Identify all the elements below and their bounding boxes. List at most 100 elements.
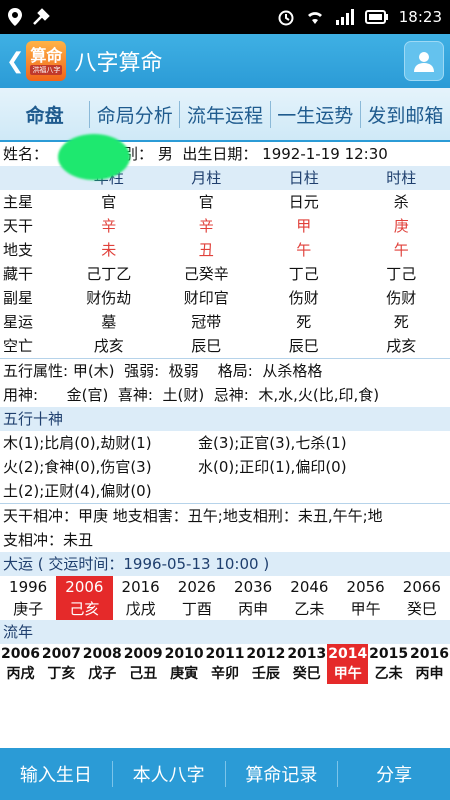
- pillar-row-label: 主星: [3, 193, 34, 211]
- pillar-cell: 午: [296, 241, 312, 259]
- tab-liunian-yuncheng[interactable]: 流年运程: [180, 100, 271, 128]
- tab-mingpan[interactable]: 命盘: [0, 100, 91, 128]
- pillar-cell: 死: [393, 313, 409, 331]
- pillar-header-day: 日柱: [288, 169, 319, 187]
- relations-line-1: 天干相冲：甲庚 地支相害：丑午;地支相刑：未丑,午午;地: [3, 507, 383, 525]
- user-profile-button[interactable]: [404, 41, 444, 81]
- battery-icon: [364, 10, 388, 24]
- app-title: 八字算命: [74, 51, 163, 76]
- dayun-years-row: 1996 2006 2016 2026 2036 2046 2056 2066: [0, 576, 450, 598]
- shishen-row: 木(1);比肩(0),劫财(1) 金(3);正官(3),七杀(1): [0, 431, 450, 455]
- dayun-year-cell[interactable]: 1996: [0, 576, 56, 598]
- pillar-cell: 死: [296, 313, 312, 331]
- dayun-year-cell[interactable]: 2036: [225, 576, 281, 598]
- bottom-bar: 输入生日 本人八字 算命记录 分享: [0, 748, 450, 800]
- liunian-ganzhi-cell[interactable]: 戊子: [82, 664, 123, 684]
- liunian-ganzhi-cell[interactable]: 乙未: [368, 664, 409, 684]
- shishen-cell: 金(3);正官(3),七杀(1): [198, 434, 347, 452]
- pillar-cell: 辰巳: [191, 337, 222, 355]
- pillar-cell: 未: [101, 241, 117, 259]
- dayun-ganzhi-cell[interactable]: 甲午: [338, 598, 394, 620]
- liunian-ganzhi-cell[interactable]: 丙申: [409, 664, 450, 684]
- shishen-cell: [198, 479, 393, 503]
- liunian-year-cell[interactable]: 2007: [41, 644, 82, 664]
- shishen-cell: 水(0);正印(1),偏印(0): [198, 458, 347, 476]
- pillar-cell: 庚: [393, 217, 409, 235]
- liunian-ganzhi-cell[interactable]: 癸巳: [286, 664, 327, 684]
- pillar-cell: 官: [198, 193, 214, 211]
- tab-bar: 命盘 命局分析 流年运程 一生运势 发到邮箱: [0, 88, 450, 142]
- liunian-ganzhi-cell[interactable]: 壬辰: [245, 664, 286, 684]
- back-icon[interactable]: ❮: [6, 49, 24, 74]
- tab-mingju-analysis[interactable]: 命局分析: [90, 100, 181, 128]
- liunian-year-cell[interactable]: 2010: [164, 644, 205, 664]
- liunian-ganzhi-cell[interactable]: 甲午: [327, 664, 369, 684]
- dayun-ganzhi-cell[interactable]: 乙未: [281, 598, 337, 620]
- pillar-cell: 己丁乙: [86, 265, 132, 283]
- input-birthday-button[interactable]: 输入生日: [0, 761, 113, 787]
- shishen-cell: 火(2);食神(0),伤官(3): [3, 458, 152, 476]
- user-icon: [414, 52, 434, 72]
- relations-line-2: 支相冲：未丑: [3, 531, 94, 549]
- gender-value: 男: [157, 145, 173, 163]
- dayun-ganzhi-cell[interactable]: 己亥: [56, 598, 113, 620]
- liunian-year-cell[interactable]: 2009: [123, 644, 164, 664]
- liunian-year-cell[interactable]: 2015: [368, 644, 409, 664]
- tab-yisheng-yunshi[interactable]: 一生运势: [271, 100, 361, 128]
- dayun-ganzhi-cell[interactable]: 庚子: [0, 598, 56, 620]
- liunian-ganzhi-cell[interactable]: 庚寅: [164, 664, 205, 684]
- clock: 18:23: [398, 8, 442, 26]
- history-button[interactable]: 算命记录: [226, 761, 339, 787]
- share-button[interactable]: 分享: [338, 761, 450, 787]
- app-bar: ❮ 算命 洪福八字 八字算命: [0, 34, 450, 88]
- liunian-year-cell[interactable]: 2014: [327, 644, 369, 664]
- wuxing-line-2: 用神: 金(官) 喜神: 土(财) 忌神: 木,水,火(比,印,食): [3, 386, 380, 404]
- pillar-header-month: 月柱: [191, 169, 222, 187]
- dayun-ganzhi-cell[interactable]: 癸巳: [394, 598, 450, 620]
- wuxing-line-1: 五行属性: 甲(木) 强弱: 极弱 格局: 从杀格格: [3, 362, 323, 380]
- pillar-cell: 官: [101, 193, 117, 211]
- dayun-year-cell[interactable]: 2006: [56, 576, 113, 598]
- dayun-ganzhi-cell[interactable]: 丙申: [225, 598, 281, 620]
- pillar-row: 地支 未 丑 午 午: [0, 238, 450, 262]
- dayun-year-cell[interactable]: 2026: [169, 576, 225, 598]
- pillar-cell: 冠带: [191, 313, 222, 331]
- liunian-ganzhi-cell[interactable]: 丙戌: [0, 664, 41, 684]
- pillar-row-label: 副星: [3, 289, 34, 307]
- dayun-year-cell[interactable]: 2016: [113, 576, 169, 598]
- dayun-ganzhi-cell[interactable]: 戊戌: [113, 598, 169, 620]
- pillar-header-blank: [0, 166, 60, 190]
- pillar-row: 空亡 戌亥 辰巳 辰巳 戌亥: [0, 334, 450, 358]
- dayun-year-cell[interactable]: 2066: [394, 576, 450, 598]
- liunian-ganzhi-cell[interactable]: 丁亥: [41, 664, 82, 684]
- shishen-row: 火(2);食神(0),伤官(3) 水(0);正印(1),偏印(0): [0, 455, 450, 479]
- tab-send-email[interactable]: 发到邮箱: [361, 101, 450, 128]
- logo-text-top: 算命: [30, 46, 63, 65]
- dayun-ganzhi-cell[interactable]: 丁酉: [169, 598, 225, 620]
- pillar-row: 藏干 己丁乙 己癸辛 丁己 丁己: [0, 262, 450, 286]
- birth-value: 1992-1-19 12:30: [262, 145, 388, 163]
- liunian-year-cell[interactable]: 2013: [286, 644, 327, 664]
- liunian-year-cell[interactable]: 2012: [245, 644, 286, 664]
- pillar-cell: 伤财: [386, 289, 417, 307]
- shishen-cell: 土(2);正财(4),偏财(0): [3, 482, 152, 500]
- pillar-header-hour: 时柱: [386, 169, 417, 187]
- signal-icon: [335, 9, 354, 25]
- liunian-ganzhi-cell[interactable]: 辛卯: [205, 664, 246, 684]
- liunian-year-cell[interactable]: 2006: [0, 644, 41, 664]
- pillar-cell: 戌亥: [386, 337, 417, 355]
- liunian-year-cell[interactable]: 2011: [205, 644, 246, 664]
- pillar-row-label: 地支: [3, 241, 34, 259]
- liunian-ganzhi-cell[interactable]: 己丑: [123, 664, 164, 684]
- dayun-year-cell[interactable]: 2056: [338, 576, 394, 598]
- my-bazi-button[interactable]: 本人八字: [113, 761, 226, 787]
- pillar-cell: 丑: [198, 241, 214, 259]
- dayun-year-cell[interactable]: 2046: [281, 576, 337, 598]
- pillar-cell: 辛: [198, 217, 214, 235]
- alarm-icon: [278, 10, 294, 26]
- pillar-row-label: 空亡: [3, 337, 34, 355]
- liunian-year-cell[interactable]: 2016: [409, 644, 450, 664]
- shishen-row: 土(2);正财(4),偏财(0): [0, 479, 450, 503]
- liunian-year-cell[interactable]: 2008: [82, 644, 123, 664]
- name-redaction-blob: [58, 134, 130, 180]
